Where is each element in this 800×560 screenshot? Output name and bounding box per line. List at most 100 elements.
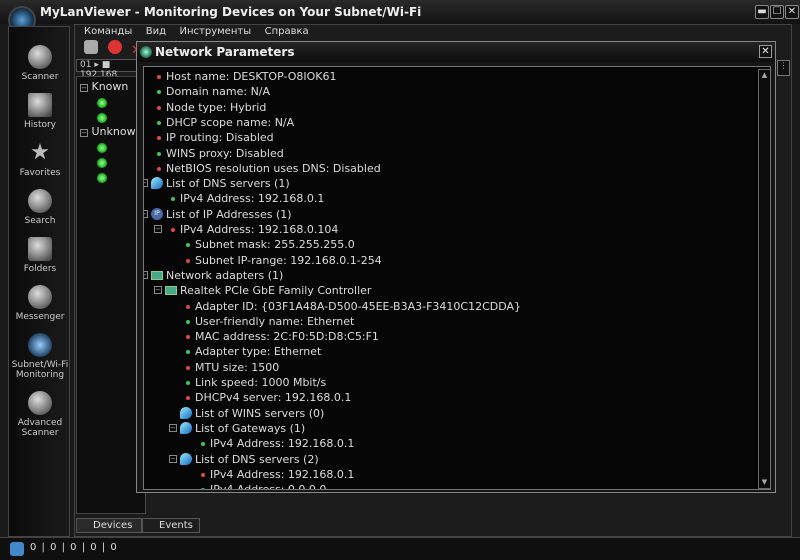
sidebar-item-search[interactable]: Search (9, 189, 71, 226)
folder-icon (28, 237, 52, 261)
row-text: Subnet mask: 255.255.255.0 (195, 238, 355, 252)
advanced-scanner-icon (28, 391, 52, 415)
scroll-down-icon[interactable]: ▼ (760, 478, 769, 488)
red-bullet-icon (186, 304, 190, 309)
parameters-tree[interactable]: Host name: DESKTOP-O8IOK61 Domain name: N… (143, 66, 771, 490)
row-text: Domain name: N/A (166, 85, 271, 99)
sidebar-item-favorites[interactable]: ★ Favorites (9, 141, 71, 179)
stop-icon[interactable] (107, 40, 122, 54)
sidebar-label: Subnet/Wi-Fi Monitoring (11, 360, 69, 380)
export-icon[interactable] (84, 40, 98, 54)
collapse-icon[interactable]: − (154, 286, 162, 295)
globe-icon (180, 406, 192, 419)
online-icon (97, 158, 107, 168)
tree-group-unknown[interactable]: − Unknown (80, 125, 143, 138)
scanner-icon (28, 45, 52, 69)
row-text: List of DNS servers (1) (166, 177, 290, 191)
messenger-icon (28, 285, 52, 309)
sidebar-label: Folders (23, 264, 57, 274)
collapse-icon[interactable]: − (144, 179, 148, 188)
red-bullet-icon (186, 396, 190, 401)
window-title: MyLanViewer - Monitoring Devices on Your… (40, 5, 422, 19)
row-text: User-friendly name: Ethernet (195, 314, 355, 328)
device-item[interactable] (97, 111, 107, 124)
row-text: DHCPv4 server: 192.168.0.1 (195, 391, 352, 405)
status-counters: 0 | 0 | 0 | 0 | 0 (30, 542, 118, 553)
red-bullet-icon (186, 365, 190, 370)
online-icon (97, 143, 107, 153)
network-parameters-dialog: Network Parameters ✕ Host name: DESKTOP-… (136, 41, 776, 493)
green-bullet-icon (186, 319, 190, 324)
collapse-icon[interactable]: − (80, 129, 88, 137)
row-text: Node type: Hybrid (166, 100, 267, 114)
collapse-icon[interactable]: − (144, 209, 148, 218)
online-icon (97, 98, 107, 108)
close-button[interactable]: ✕ (785, 5, 799, 19)
device-item[interactable] (97, 171, 107, 184)
sidebar-item-folders[interactable]: Folders (9, 237, 71, 274)
maximize-button[interactable]: ☐ (770, 5, 784, 19)
menu-tools[interactable]: Инструменты (180, 26, 252, 37)
collapse-icon[interactable]: − (169, 423, 177, 432)
sidebar-item-subnet-monitoring[interactable]: Subnet/Wi-Fi Monitoring (9, 333, 71, 380)
green-bullet-icon (157, 151, 161, 156)
splitter-handle[interactable]: ⋮ (777, 60, 790, 76)
dialog-close-button[interactable]: ✕ (759, 45, 772, 58)
sidebar-item-scanner[interactable]: Scanner (9, 45, 71, 82)
row-text: Realtek PCIe GbE Family Controller (180, 284, 372, 298)
sidebar-label: Scanner (21, 72, 59, 82)
menu-view[interactable]: Вид (146, 26, 166, 37)
tab-events[interactable]: Events (142, 518, 200, 533)
collapse-icon[interactable]: − (154, 225, 162, 233)
row-text: List of DNS servers (2) (195, 452, 319, 466)
ip-icon: IP (151, 207, 163, 220)
device-item[interactable] (97, 141, 107, 154)
scroll-up-icon[interactable]: ▲ (760, 71, 769, 81)
collapse-icon[interactable]: − (144, 270, 148, 279)
network-card-icon (165, 286, 177, 296)
red-bullet-icon (171, 228, 175, 232)
device-item[interactable] (97, 96, 107, 109)
red-bullet-icon (186, 335, 190, 340)
sidebar-label: Messenger (15, 312, 65, 322)
menu-help[interactable]: Справка (265, 26, 309, 37)
red-bullet-icon (186, 258, 190, 263)
sidebar-label: Advanced Scanner (17, 418, 63, 438)
tab-devices[interactable]: Devices (76, 518, 142, 533)
network-icon (140, 46, 152, 58)
minimize-button[interactable]: ▬ (755, 5, 769, 19)
row-text: IPv4 Address: 192.168.0.1 (180, 192, 325, 206)
sidebar-label: Favorites (19, 168, 61, 178)
green-bullet-icon (157, 120, 161, 125)
device-item[interactable] (97, 156, 107, 169)
vertical-scrollbar[interactable]: ▲ ▼ (758, 69, 770, 489)
red-bullet-icon (157, 166, 161, 171)
search-icon (28, 189, 52, 213)
tab-label: Devices (93, 520, 133, 531)
online-icon (97, 113, 107, 123)
collapse-icon[interactable]: − (169, 454, 177, 463)
row-text: MTU size: 1500 (195, 360, 280, 374)
sidebar-label: Search (24, 216, 56, 226)
menu-bar: Команды Вид Инструменты Справка (84, 24, 319, 38)
sidebar: Scanner History ★ Favorites Search Folder… (8, 26, 70, 537)
green-bullet-icon (201, 442, 205, 447)
row-text: IPv4 Address: 0.0.0.0 (210, 483, 327, 490)
sidebar-item-advanced-scanner[interactable]: Advanced Scanner (9, 391, 71, 438)
row-text: List of Gateways (1) (195, 421, 306, 435)
collapse-icon[interactable]: − (80, 84, 88, 92)
network-card-icon (151, 270, 163, 280)
green-bullet-icon (201, 488, 205, 489)
row-text: IPv4 Address: 192.168.0.1 (210, 467, 355, 481)
online-icon (97, 173, 107, 183)
menu-commands[interactable]: Команды (84, 26, 132, 37)
red-bullet-icon (157, 105, 161, 110)
dialog-title: Network Parameters (155, 45, 295, 59)
tree-group-known[interactable]: − Known (80, 80, 128, 93)
row-text: Adapter ID: {03F1A48A-D500-45EE-B3A3-F34… (195, 299, 522, 313)
sidebar-item-messenger[interactable]: Messenger (9, 285, 71, 322)
red-bullet-icon (157, 75, 161, 79)
row-text: Network adapters (1) (166, 268, 284, 282)
row-text: WINS proxy: Disabled (166, 146, 284, 160)
sidebar-item-history[interactable]: History (9, 93, 71, 130)
